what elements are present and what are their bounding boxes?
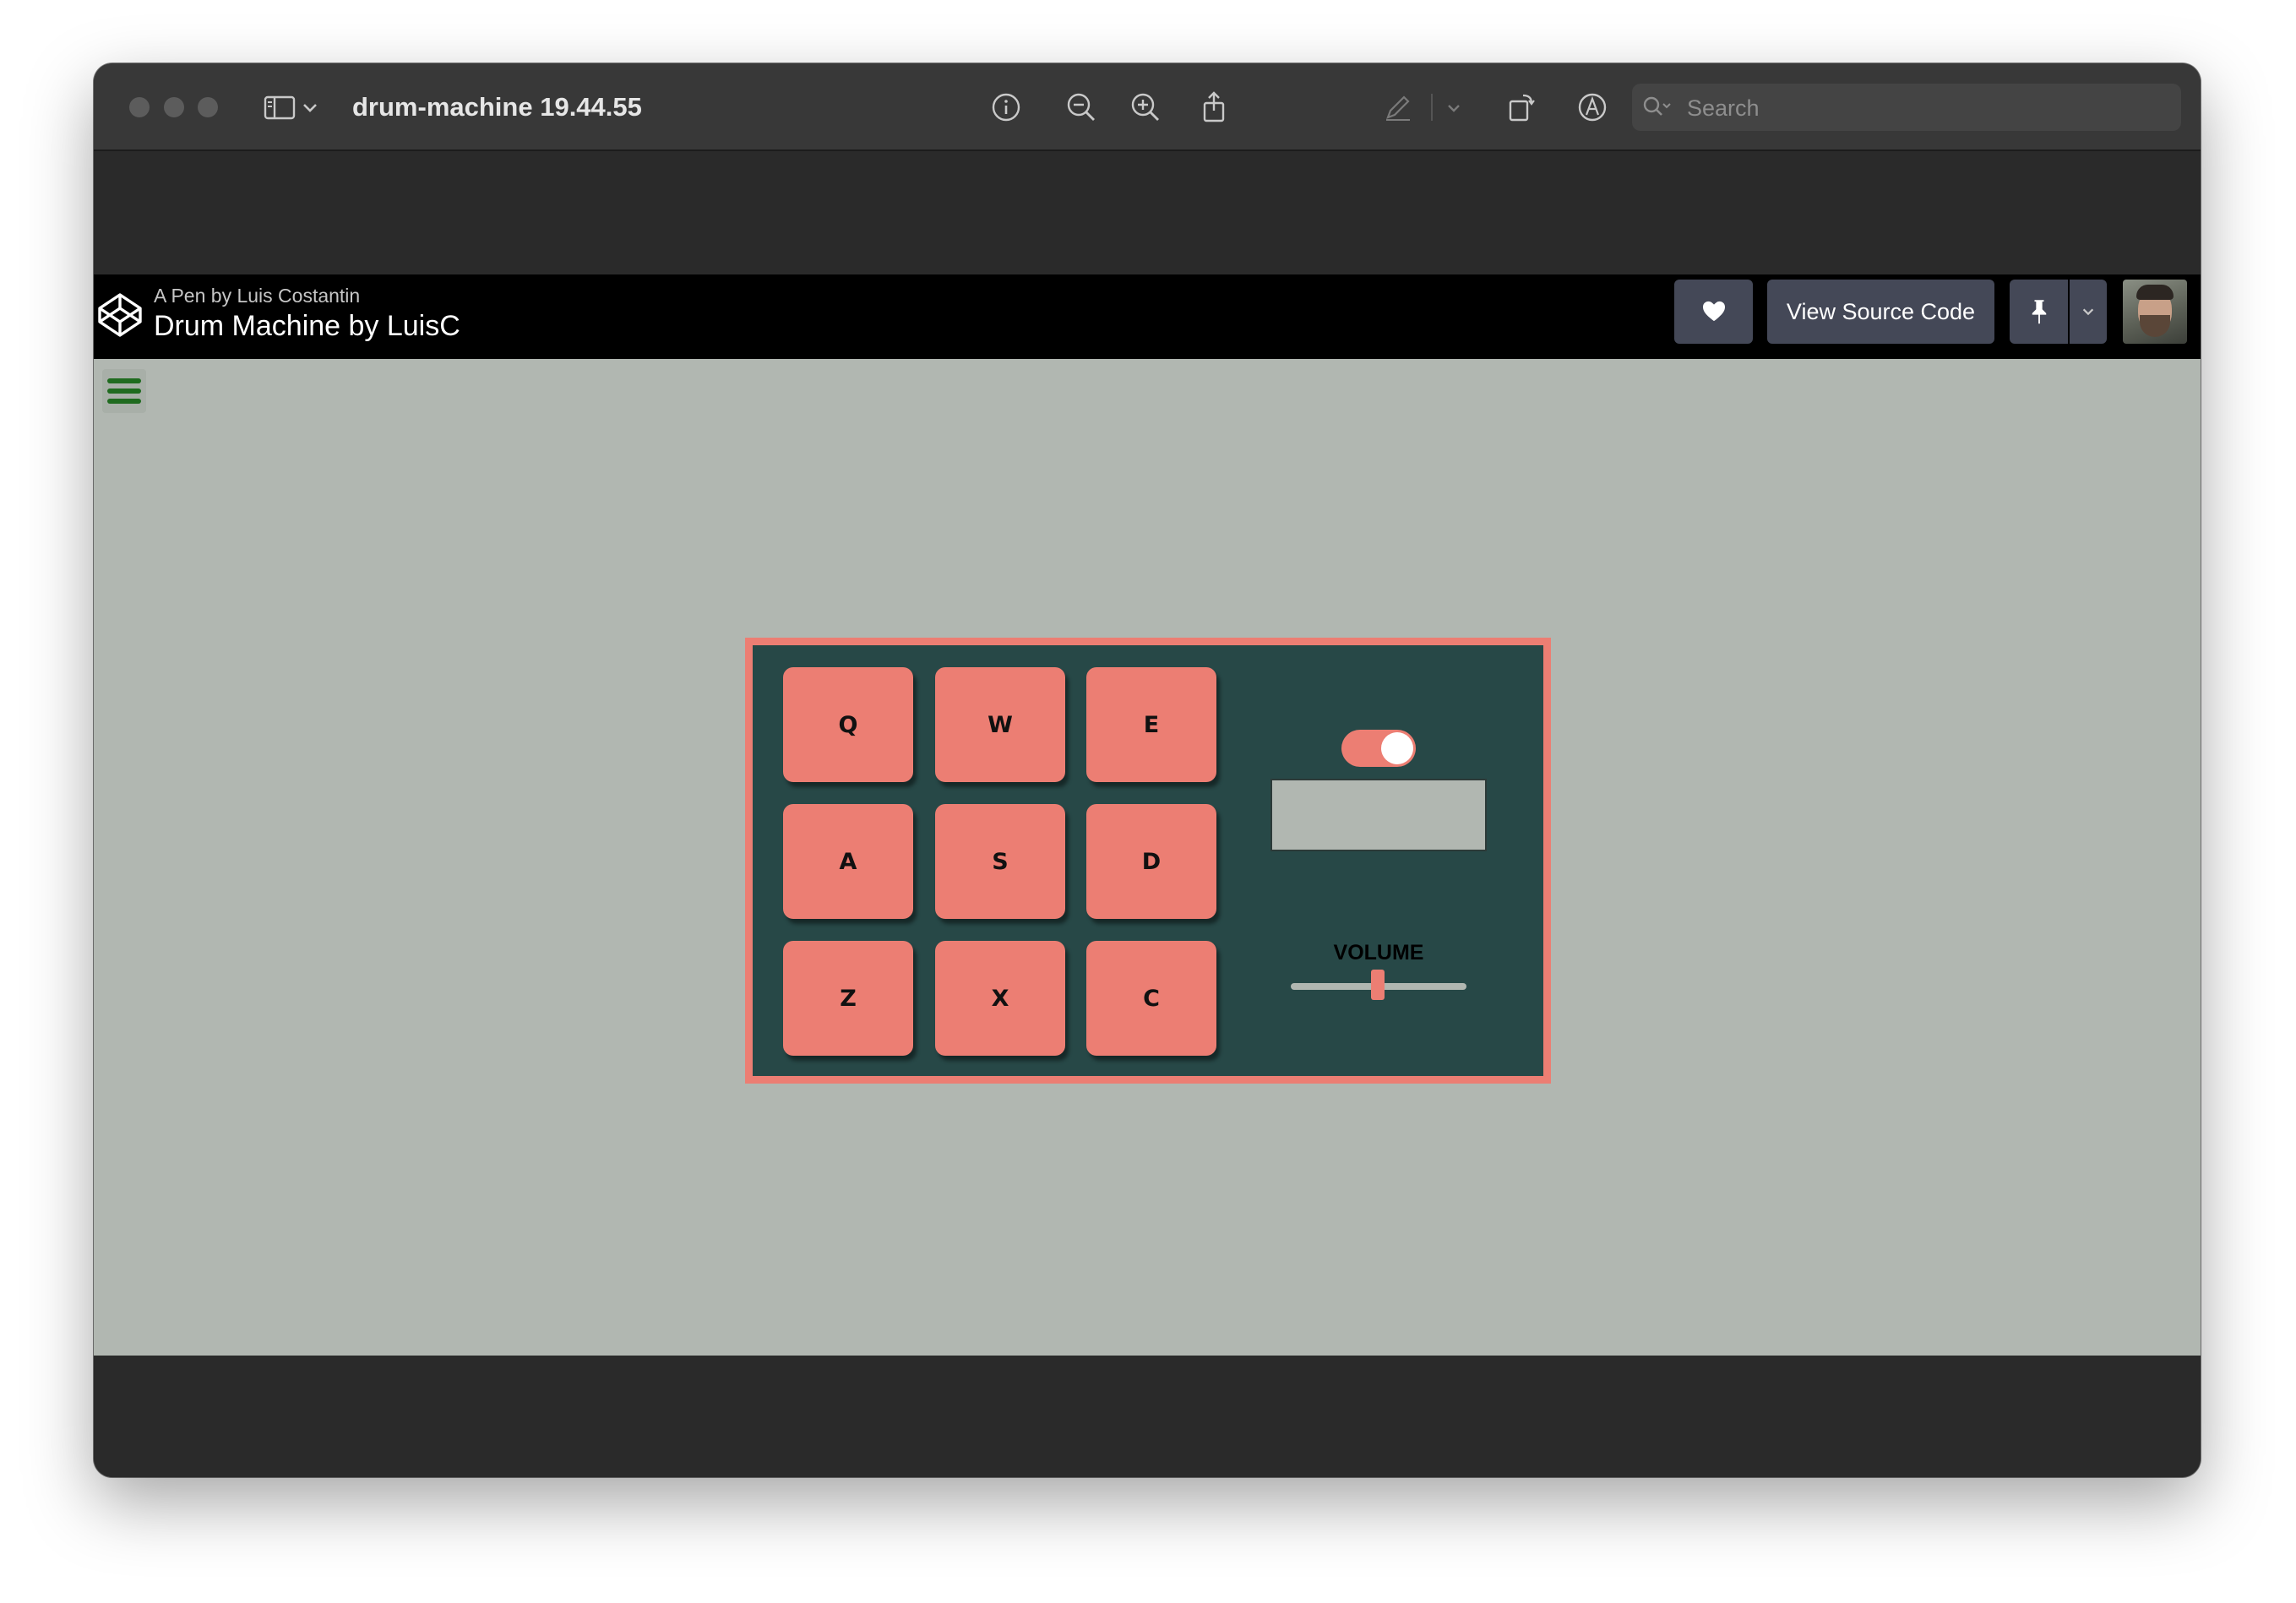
menu-line [107,399,141,404]
title-bar: drum-machine 19.44.55 Search [94,63,2201,151]
drum-pad-e[interactable]: E [1086,667,1216,782]
zoom-out-icon[interactable] [1063,89,1100,126]
drum-pad-q[interactable]: Q [783,667,913,782]
volume-label: VOLUME [1333,941,1424,965]
toggle-knob [1381,732,1413,764]
like-button[interactable] [1674,280,1753,344]
view-source-code-button[interactable]: View Source Code [1767,280,1994,344]
bottom-bar [94,1356,2201,1477]
chevron-down-icon[interactable] [300,89,320,126]
close-window-button[interactable] [129,97,150,117]
chevron-down-icon [2082,308,2094,316]
window-title: drum-machine 19.44.55 [352,92,642,122]
menu-line [107,389,141,394]
pen-title: Drum Machine by LuisC [154,310,460,342]
pin-options-button[interactable] [2070,280,2107,344]
annotate-icon[interactable] [1574,89,1611,126]
toolbar-divider [1431,94,1433,121]
avatar[interactable] [2123,280,2187,344]
pin-icon [2032,300,2046,324]
markup-chevron-down-icon[interactable] [1444,89,1464,126]
drum-pad-z[interactable]: Z [783,941,913,1056]
avatar-beard [2140,315,2170,337]
drum-machine: Q W E A S D Z X C VOLUME [745,638,1551,1084]
drum-pad-a[interactable]: A [783,804,913,919]
search-icon [1643,96,1671,116]
avatar-hat [2136,285,2174,300]
sidebar-toggle-icon[interactable] [261,89,298,126]
rotate-icon[interactable] [1503,89,1540,126]
pin-button[interactable] [2010,280,2068,344]
info-icon[interactable] [987,89,1025,126]
search-placeholder: Search [1687,95,1760,121]
drum-pad-c[interactable]: C [1086,941,1216,1056]
drum-pad-s[interactable]: S [935,804,1065,919]
heart-icon [1702,301,1725,322]
sound-display [1270,779,1487,851]
drum-pad-x[interactable]: X [935,941,1065,1056]
drum-pad-w[interactable]: W [935,667,1065,782]
toolbar-spacer [94,151,2201,274]
zoom-window-button[interactable] [198,97,218,117]
menu-button[interactable] [102,369,146,413]
markup-pen-icon[interactable] [1379,89,1417,126]
menu-line [107,378,141,383]
codepen-logo-icon[interactable] [96,290,144,340]
volume-slider-thumb[interactable] [1371,970,1385,1000]
zoom-in-icon[interactable] [1127,89,1164,126]
minimize-window-button[interactable] [164,97,184,117]
codepen-header: A Pen by Luis Costantin Drum Machine by … [94,274,2201,359]
power-toggle[interactable] [1341,730,1416,767]
share-icon[interactable] [1195,89,1232,126]
search-field[interactable]: Search [1632,84,2181,131]
pen-preview: Q W E A S D Z X C VOLUME [94,359,2201,1356]
drum-pad-d[interactable]: D [1086,804,1216,919]
preview-window: drum-machine 19.44.55 Search A Pen by Lu… [94,63,2201,1477]
pen-byline[interactable]: A Pen by Luis Costantin [154,285,360,307]
